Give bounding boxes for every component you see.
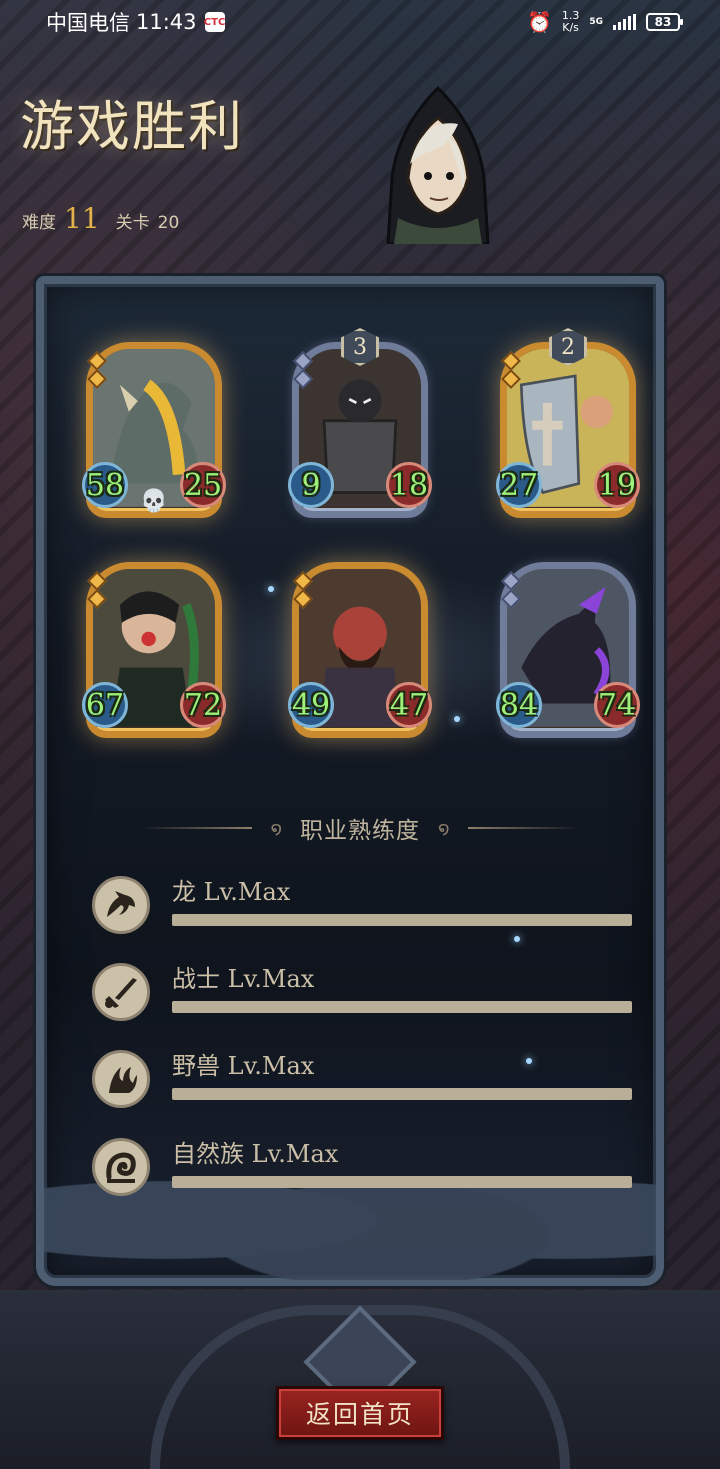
mastery-progress-bar <box>172 914 632 926</box>
attack-value: 58 <box>82 462 128 508</box>
health-value: 19 <box>594 462 640 508</box>
mastery-progress-bar <box>172 1088 632 1100</box>
mastery-row-warrior: 战士 Lv.Max <box>92 959 632 1023</box>
beast-claw-icon <box>92 1050 150 1108</box>
stage-label: 关卡 <box>115 213 150 233</box>
difficulty-label: 难度 <box>22 213 56 233</box>
card-goblin-shaman[interactable]: 67 72 <box>82 562 226 738</box>
mastery-progress-fill <box>172 1088 632 1100</box>
card-crusader[interactable]: 2 27 19 <box>496 328 640 518</box>
hero-portrait <box>386 85 490 244</box>
sword-icon <box>92 963 150 1021</box>
card-dragon-gold[interactable]: 💀 58 25 <box>82 342 226 518</box>
mastery-label: 野兽 Lv.Max <box>172 1052 315 1080</box>
network-type: 5G <box>589 17 603 27</box>
health-value: 47 <box>386 682 432 728</box>
mastery-label: 自然族 Lv.Max <box>172 1140 339 1168</box>
sparkle <box>454 716 460 722</box>
card-ogre-brute[interactable]: 49 47 <box>288 562 432 738</box>
sparkle <box>514 936 520 942</box>
page-title: 游戏胜利 <box>20 95 244 158</box>
mastery-row-beast: 野兽 Lv.Max <box>92 1046 632 1110</box>
carrier-name: 中国电信 <box>46 11 130 35</box>
sparkle <box>268 586 274 592</box>
mastery-label: 战士 Lv.Max <box>172 965 315 993</box>
mastery-label: 龙 Lv.Max <box>172 878 291 906</box>
clock: 11:43 <box>136 10 197 34</box>
health-value: 74 <box>594 682 640 728</box>
net-speed: 1.3 K/s <box>562 10 580 34</box>
nature-swirl-icon <box>92 1138 150 1196</box>
mastery-progress-bar <box>172 1176 632 1188</box>
run-info: 难度 11 关卡 20 <box>22 202 179 235</box>
net-speed-unit: K/s <box>562 21 579 34</box>
health-value: 72 <box>180 682 226 728</box>
battery-level: 83 <box>654 15 672 29</box>
attack-value: 9 <box>288 462 334 508</box>
ornament-icon: ໑ <box>438 817 450 839</box>
health-value: 18 <box>386 462 432 508</box>
return-home-button[interactable]: 返回首页 <box>276 1386 444 1440</box>
signal-icon <box>613 14 636 30</box>
mastery-progress-fill <box>172 914 632 926</box>
mastery-row-dragon: 龙 Lv.Max <box>92 872 632 936</box>
mastery-progress-bar <box>172 1001 632 1013</box>
card-shadow-dragon[interactable]: 84 74 <box>496 562 640 738</box>
mastery-header: ໑ 职业熟练度 ໑ <box>140 810 580 846</box>
attack-value: 49 <box>288 682 334 728</box>
health-value: 25 <box>180 462 226 508</box>
result-header: 游戏胜利 难度 11 关卡 20 <box>0 44 720 284</box>
attack-value: 67 <box>82 682 128 728</box>
mastery-title: 职业熟练度 <box>300 818 420 844</box>
alarm-icon: ⏰ <box>526 10 552 34</box>
mastery-row-nature: 自然族 Lv.Max <box>92 1134 632 1198</box>
mastery-progress-fill <box>172 1176 632 1188</box>
ornament-icon: ໑ <box>270 817 282 839</box>
stage-value: 20 <box>157 213 180 233</box>
divider-line <box>467 827 580 829</box>
attack-value: 84 <box>496 682 542 728</box>
card-shield-knight[interactable]: 3 9 18 <box>288 328 432 518</box>
divider-line <box>140 827 253 829</box>
battery-icon: 83 <box>646 13 683 31</box>
mastery-progress-fill <box>172 1001 632 1013</box>
skull-icon: 💀 <box>140 489 168 514</box>
difficulty-value: 11 <box>64 202 100 235</box>
status-bar: 中国电信 11:43 CTC ⏰ 1.3 K/s 5G 83 <box>0 0 720 44</box>
dragon-icon <box>92 876 150 934</box>
attack-value: 27 <box>496 462 542 508</box>
app-notification-icon: CTC <box>204 12 225 32</box>
